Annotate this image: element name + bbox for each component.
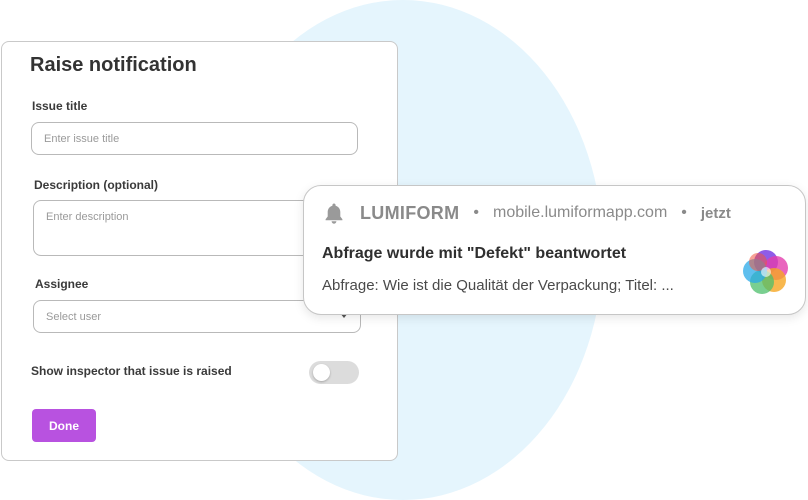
separator-dot: • bbox=[473, 204, 479, 221]
notification-header: LUMIFORM • mobile.lumiformapp.com • jetz… bbox=[322, 200, 731, 226]
show-inspector-label: Show inspector that issue is raised bbox=[31, 364, 232, 378]
panel-title: Raise notification bbox=[30, 54, 197, 76]
issue-title-input[interactable]: Enter issue title bbox=[31, 122, 358, 155]
app-name: LUMIFORM bbox=[360, 202, 460, 223]
done-button[interactable]: Done bbox=[32, 409, 96, 442]
notification-time: jetzt bbox=[700, 204, 731, 222]
description-label: Description (optional) bbox=[34, 178, 158, 192]
show-inspector-toggle[interactable] bbox=[309, 361, 359, 384]
issue-title-label: Issue title bbox=[32, 99, 88, 113]
notification-body: Abfrage: Wie ist die Qualität der Verpac… bbox=[322, 277, 674, 294]
toggle-knob bbox=[313, 364, 330, 381]
lumiform-logo-icon bbox=[743, 250, 788, 294]
assignee-select-value: Select user bbox=[46, 310, 102, 323]
source-domain: mobile.lumiformapp.com bbox=[493, 204, 668, 221]
bell-icon bbox=[325, 203, 343, 224]
notification-title: Abfrage wurde mit "Defekt" beantwortet bbox=[322, 245, 627, 262]
assignee-label: Assignee bbox=[35, 277, 89, 291]
push-notification[interactable]: LUMIFORM • mobile.lumiformapp.com • jetz… bbox=[303, 185, 806, 315]
separator-dot: • bbox=[681, 204, 687, 221]
